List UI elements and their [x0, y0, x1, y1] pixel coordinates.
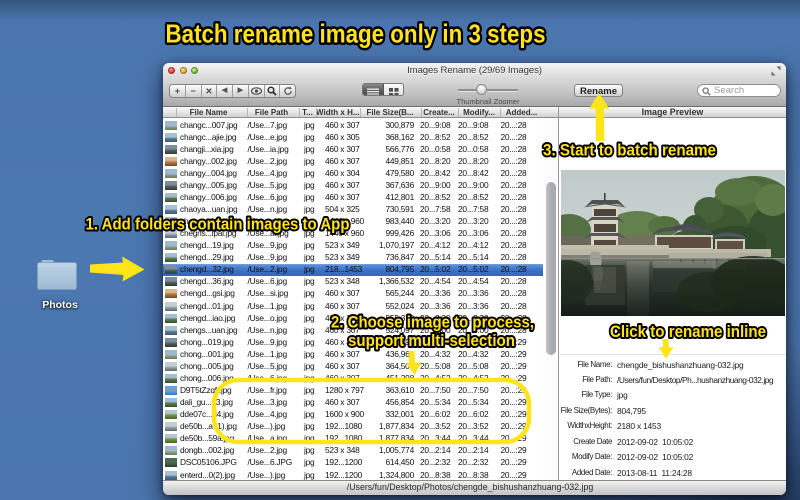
svg-text:support multi-selection: support multi-selection	[348, 332, 515, 350]
svg-text:3. Start to batch rename: 3. Start to batch rename	[543, 142, 716, 160]
svg-text:1. Add folders contain images: 1. Add folders contain images to App	[86, 216, 350, 234]
svg-text:Batch rename image only in 3 s: Batch rename image only in 3 steps	[166, 19, 546, 49]
svg-text:2. Choose image to process,: 2. Choose image to process,	[331, 314, 534, 332]
svg-text:Click to rename inline: Click to rename inline	[610, 323, 766, 341]
